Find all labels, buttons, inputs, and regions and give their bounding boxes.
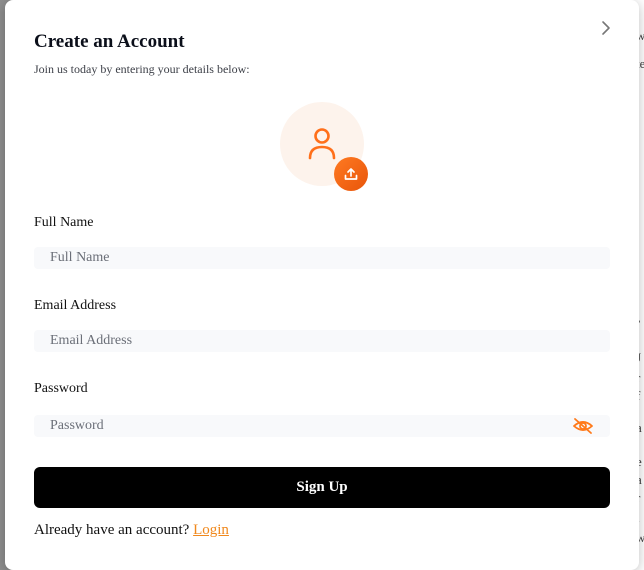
close-button[interactable] — [597, 18, 615, 38]
email-input[interactable] — [34, 330, 610, 352]
modal-subtitle: Join us today by entering your details b… — [34, 62, 250, 76]
user-icon — [308, 128, 336, 160]
full-name-input[interactable] — [34, 247, 610, 269]
login-prompt-text: Already have an account? — [34, 522, 190, 538]
sign-up-button[interactable]: Sign Up — [34, 467, 610, 508]
password-input[interactable] — [34, 415, 610, 437]
modal-title: Create an Account — [34, 31, 185, 52]
signup-modal: Create an Account Join us today by enter… — [5, 0, 639, 570]
login-link[interactable]: Login — [193, 522, 229, 538]
upload-icon — [344, 168, 358, 180]
full-name-label: Full Name — [34, 215, 94, 230]
password-label: Password — [34, 381, 88, 396]
toggle-password-visibility-button[interactable] — [572, 416, 594, 436]
eye-off-icon — [573, 418, 593, 434]
login-prompt: Already have an account? Login — [34, 522, 229, 539]
full-name-field[interactable] — [34, 247, 610, 269]
password-field[interactable] — [34, 415, 610, 437]
email-field[interactable] — [34, 330, 610, 352]
upload-photo-button[interactable] — [334, 157, 368, 191]
close-icon — [602, 21, 610, 35]
email-label: Email Address — [34, 298, 117, 313]
